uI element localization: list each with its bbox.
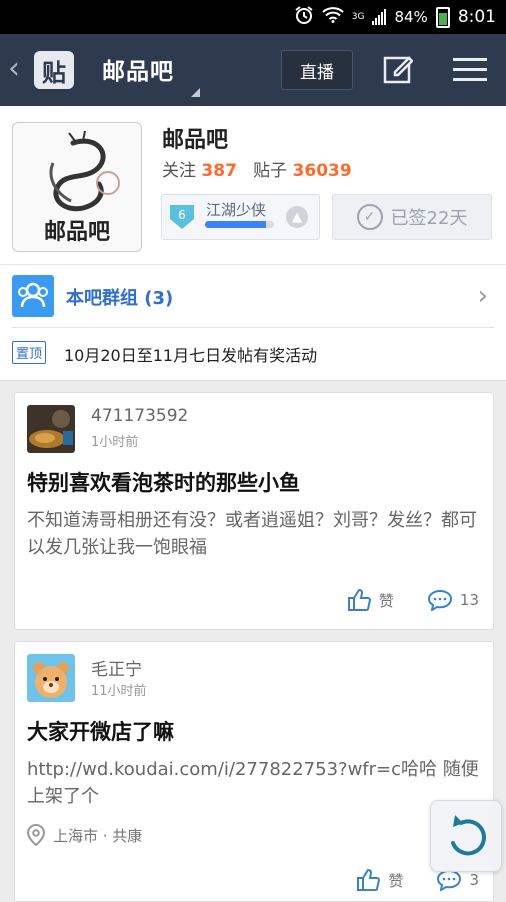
forum-avatar: 邮品吧 xyxy=(12,122,142,252)
post-time: 1小时前 xyxy=(91,435,139,450)
alarm-icon xyxy=(294,5,314,29)
post-location: 上海市 · 共康 xyxy=(27,824,142,846)
post-card[interactable]: 毛正宁 11小时前 大家开微店了嘛 http://wd.koudai.com/i… xyxy=(14,641,494,902)
group-label: 本吧群组 (3) xyxy=(66,288,174,309)
avatar[interactable] xyxy=(27,405,75,453)
like-label: 赞 xyxy=(378,591,394,610)
wifi-icon xyxy=(322,7,344,27)
level-title: 江湖少侠 xyxy=(206,201,267,219)
forum-title[interactable]: 邮品吧 xyxy=(102,52,174,86)
menu-icon[interactable] xyxy=(453,58,487,82)
like-button[interactable]: 赞 xyxy=(347,588,394,612)
post-username[interactable]: 毛正宁 xyxy=(91,655,142,680)
follow-label: 关注 xyxy=(162,161,196,181)
rocket-icon: ▲ xyxy=(286,206,308,228)
post-title[interactable]: 特别喜欢看泡茶时的那些小鱼 xyxy=(27,467,300,497)
clock: 8:01 xyxy=(457,7,496,27)
back-arrow-icon[interactable]: ‹ xyxy=(8,52,20,86)
pinned-title: 10月20日至11月七日发帖有奖活动 xyxy=(64,346,318,365)
post-actions: 赞 13 xyxy=(321,587,479,613)
group-icon xyxy=(12,275,54,317)
svg-text:6: 6 xyxy=(178,208,186,222)
status-bar: 3G 84% 8:01 xyxy=(0,0,506,34)
battery-icon xyxy=(435,6,450,28)
level-progress-fill xyxy=(205,221,266,228)
thumbs-up-icon xyxy=(357,868,381,891)
dragon-logo-icon: 邮品吧 xyxy=(44,130,120,245)
forum-groups-row[interactable]: 本吧群组 (3) › xyxy=(0,265,506,327)
live-button[interactable]: 直播 xyxy=(281,50,353,90)
post-excerpt: http://wd.koudai.com/i/277822753?wfr=c哈哈… xyxy=(27,759,479,807)
network-type: 3G xyxy=(351,12,365,22)
dropdown-corner-icon xyxy=(191,88,200,97)
refresh-icon xyxy=(451,815,486,856)
battery-percent: 84% xyxy=(394,8,428,26)
forum-stats: 关注 387 贴子 36039 xyxy=(162,156,352,181)
level-badge-icon: 6 xyxy=(170,205,194,229)
location-text: 上海市 · 共康 xyxy=(53,826,143,845)
like-label: 赞 xyxy=(388,871,404,890)
level-progress-bar xyxy=(205,221,274,228)
comment-icon xyxy=(427,589,452,611)
top-nav-bar: ‹ 贴 邮品吧 直播 xyxy=(0,34,506,106)
refresh-button[interactable] xyxy=(430,800,502,872)
post-card[interactable]: 471173592 1小时前 特别喜欢看泡茶时的那些小鱼 不知道涛哥相册还有没？… xyxy=(14,392,494,630)
post-excerpt: 不知道涛哥相册还有没？或者逍遥姐？刘哥？发丝？都可以发几张让我一饱眼福 xyxy=(27,510,477,558)
pinned-badge: 置顶 xyxy=(12,341,47,364)
check-icon: ✓ xyxy=(356,204,383,230)
comment-count: 13 xyxy=(459,591,479,609)
signed-in-label: 已签22天 xyxy=(390,208,468,229)
post-title[interactable]: 大家开微店了嘛 xyxy=(27,716,174,746)
status-icons: 3G 84% 8:01 xyxy=(294,0,496,34)
post-time: 11小时前 xyxy=(91,684,147,699)
signal-icon xyxy=(372,9,387,25)
avatar[interactable] xyxy=(27,654,75,702)
compose-icon[interactable] xyxy=(383,54,414,84)
post-username[interactable]: 471173592 xyxy=(91,406,188,426)
follow-count: 387 xyxy=(201,161,237,181)
forum-name: 邮品吧 xyxy=(162,128,229,153)
posts-count: 36039 xyxy=(292,161,352,181)
comment-button[interactable]: 13 xyxy=(427,589,479,611)
location-pin-icon xyxy=(27,824,45,846)
member-level[interactable]: 6 江湖少侠 ▲ xyxy=(161,194,320,240)
tieba-logo[interactable]: 贴 xyxy=(34,51,74,89)
posts-label: 贴子 xyxy=(253,161,288,181)
like-button[interactable]: 赞 xyxy=(356,868,403,892)
pinned-post[interactable]: 置顶 10月20日至11月七日发帖有奖活动 xyxy=(0,328,506,380)
thumbs-up-icon xyxy=(347,588,371,611)
svg-text:邮品吧: 邮品吧 xyxy=(44,219,110,245)
forum-header: 邮品吧 邮品吧 关注 387 贴子 36039 6 江湖少侠 ▲ ✓ 已签22天… xyxy=(0,106,506,381)
comment-count: 3 xyxy=(469,871,479,889)
chevron-right-icon: › xyxy=(477,281,488,311)
signed-in-button[interactable]: ✓ 已签22天 xyxy=(332,194,492,240)
